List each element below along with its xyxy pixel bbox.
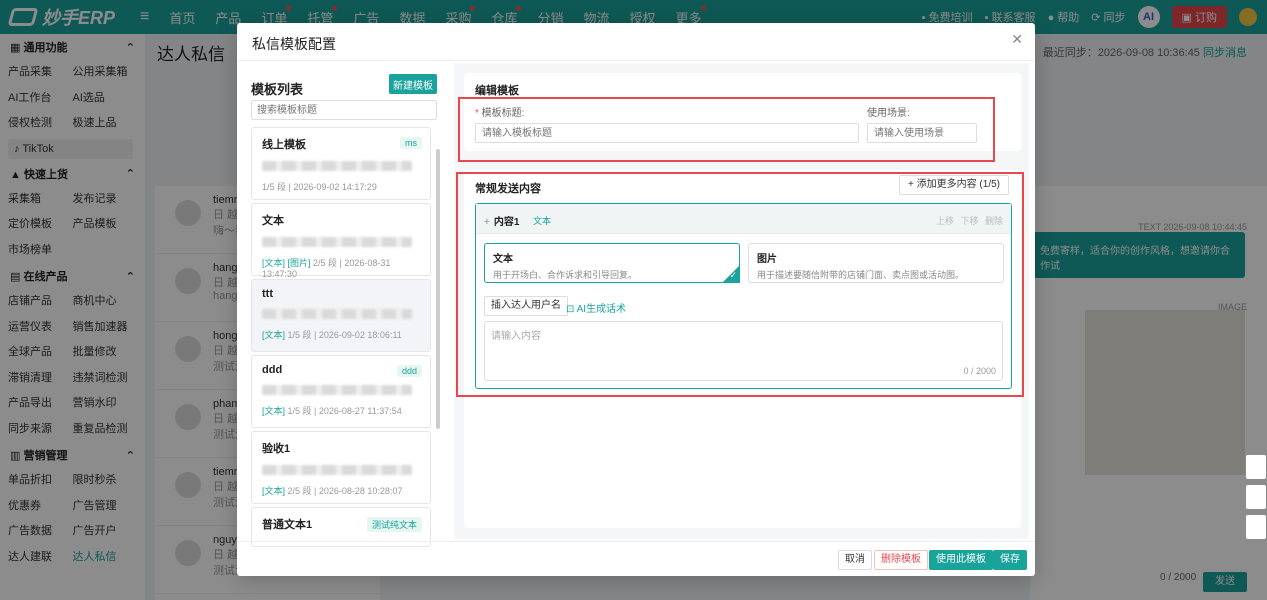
template-preview bbox=[262, 385, 412, 395]
template-meta: [文本] 1/5 段 | 2026-08-27 11:37:54 bbox=[262, 404, 420, 417]
template-name: ttt bbox=[262, 288, 273, 300]
template-preview bbox=[262, 465, 412, 475]
template-name: 文本 bbox=[262, 215, 284, 227]
cancel-button[interactable]: 取消 bbox=[838, 550, 872, 570]
highlight-box-content bbox=[456, 172, 1024, 397]
save-button[interactable]: 保存 bbox=[993, 550, 1027, 570]
use-template-button[interactable]: 使用此模板 bbox=[929, 550, 993, 570]
template-meta: [文本] [图片] 2/5 段 | 2026-08-31 13:47:30 bbox=[262, 256, 420, 279]
template-info: 1/5 段 | 2026-09-02 18:06:11 bbox=[287, 330, 402, 340]
template-preview bbox=[262, 237, 412, 247]
divider bbox=[237, 60, 1035, 61]
list-title: 模板列表 bbox=[251, 82, 304, 97]
template-meta: [文本] 2/5 段 | 2026-08-28 10:28:07 bbox=[262, 484, 420, 497]
template-tag: ddd bbox=[396, 365, 422, 377]
template-info: 2/5 段 | 2026-08-28 10:28:07 bbox=[287, 486, 403, 496]
template-search-input[interactable] bbox=[251, 100, 437, 120]
template-preview bbox=[262, 161, 412, 171]
close-icon[interactable]: ✕ bbox=[1011, 31, 1023, 48]
template-list-panel: 模板列表 新建模板 线上模板 ms 1/5 段 | 2026-09-02 14:… bbox=[243, 63, 443, 547]
template-card[interactable]: 线上模板 ms 1/5 段 | 2026-09-02 14:17:29 bbox=[251, 127, 431, 200]
template-name: 线上模板 bbox=[262, 139, 306, 151]
section-title: 编辑模板 bbox=[475, 85, 519, 97]
template-list: 线上模板 ms 1/5 段 | 2026-09-02 14:17:29 文本 [… bbox=[251, 127, 431, 550]
template-type: [文本] bbox=[262, 406, 286, 416]
template-name: 验收1 bbox=[262, 443, 291, 455]
new-template-button[interactable]: 新建模板 bbox=[389, 74, 437, 94]
template-card[interactable]: 验收1 [文本] 2/5 段 | 2026-08-28 10:28:07 bbox=[251, 431, 431, 504]
float-tool-button[interactable] bbox=[1246, 455, 1266, 479]
template-info: 1/5 段 | 2026-09-02 14:17:29 bbox=[262, 182, 377, 192]
template-info: 1/5 段 | 2026-08-27 11:37:54 bbox=[287, 406, 402, 416]
template-card[interactable]: ddd ddd [文本] 1/5 段 | 2026-08-27 11:37:54 bbox=[251, 355, 431, 428]
template-tag: ms bbox=[400, 137, 422, 149]
list-scrollbar[interactable] bbox=[436, 149, 440, 429]
float-tool-button[interactable] bbox=[1246, 515, 1266, 539]
template-type: [文本] bbox=[262, 486, 286, 496]
template-meta: [文本] 1/5 段 | 2026-09-02 18:06:11 bbox=[262, 328, 420, 341]
template-preview bbox=[262, 309, 412, 319]
template-card-selected[interactable]: ttt [文本] 1/5 段 | 2026-09-02 18:06:11 bbox=[251, 279, 431, 352]
template-type: [文本] bbox=[262, 330, 286, 340]
right-float-tools bbox=[1246, 455, 1266, 545]
divider bbox=[237, 541, 1035, 542]
template-meta: 1/5 段 | 2026-09-02 14:17:29 bbox=[262, 180, 420, 193]
modal-title: 私信模板配置 bbox=[252, 36, 336, 52]
template-card[interactable]: 文本 [文本] [图片] 2/5 段 | 2026-08-31 13:47:30 bbox=[251, 203, 431, 279]
float-tool-button[interactable] bbox=[1246, 485, 1266, 509]
template-tag: 测试纯文本 bbox=[366, 517, 422, 532]
template-type: [文本] [图片] bbox=[262, 258, 311, 268]
highlight-box-edit bbox=[458, 97, 995, 162]
template-config-modal: 私信模板配置 ✕ 模板列表 新建模板 线上模板 ms 1/5 段 | 2026-… bbox=[237, 23, 1035, 576]
delete-template-button[interactable]: 删除模板 bbox=[874, 550, 928, 570]
